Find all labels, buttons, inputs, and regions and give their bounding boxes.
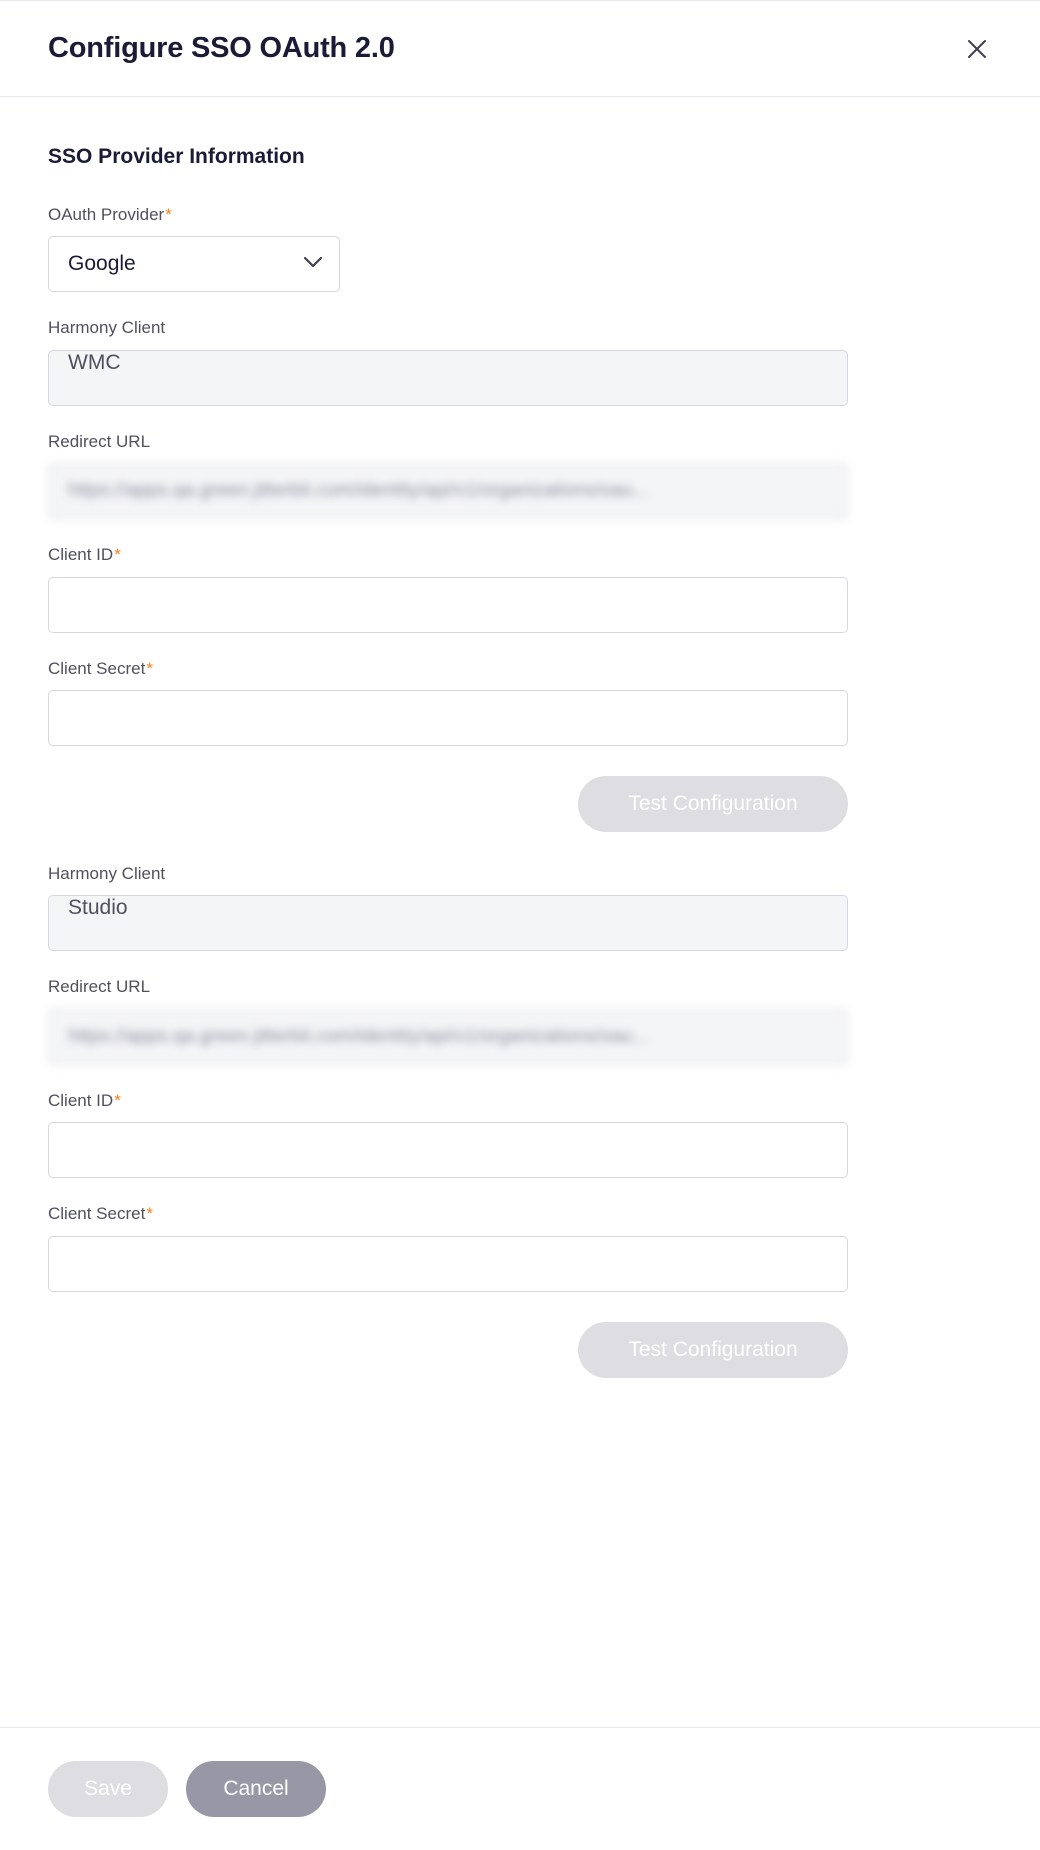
- client-id-field: Client ID*: [48, 1091, 992, 1179]
- required-asterisk: *: [146, 1204, 153, 1224]
- redirect-url-label: Redirect URL: [48, 977, 151, 997]
- test-configuration-button[interactable]: Test Configuration: [578, 1321, 848, 1378]
- client-secret-label-text: Client Secret: [48, 658, 146, 678]
- harmony-client-label: Harmony Client: [48, 863, 166, 883]
- section-heading: SSO Provider Information: [48, 145, 305, 168]
- test-config-row: Test Configuration: [48, 775, 848, 832]
- client-secret-label: Client Secret*: [48, 1204, 992, 1224]
- test-config-row: Test Configuration: [48, 1321, 848, 1378]
- required-asterisk: *: [114, 545, 121, 565]
- close-icon: [966, 38, 988, 60]
- client-id-input[interactable]: [48, 1122, 848, 1179]
- redirect-url-input: https://apps.qa.green.jitterbit.com/iden…: [48, 463, 848, 520]
- client-block-studio: Harmony Client Studio Redirect URL https…: [48, 864, 992, 1378]
- required-asterisk: *: [114, 1090, 121, 1110]
- oauth-provider-field: OAuth Provider* Google: [48, 205, 992, 293]
- client-secret-input[interactable]: [48, 1235, 848, 1292]
- harmony-client-input: WMC: [48, 349, 848, 406]
- save-button[interactable]: Save: [48, 1761, 168, 1817]
- client-secret-field: Client Secret*: [48, 1204, 992, 1292]
- oauth-provider-select[interactable]: Google: [48, 236, 340, 293]
- client-secret-label-text: Client Secret: [48, 1204, 146, 1224]
- configure-sso-modal: Configure SSO OAuth 2.0 SSO Provider Inf…: [0, 0, 1040, 1850]
- cancel-button[interactable]: Cancel: [186, 1761, 326, 1817]
- oauth-provider-label-text: OAuth Provider: [48, 205, 165, 224]
- client-id-label: Client ID*: [48, 1091, 992, 1111]
- client-secret-field: Client Secret*: [48, 659, 992, 746]
- required-asterisk: *: [165, 205, 172, 224]
- client-secret-label: Client Secret*: [48, 659, 992, 679]
- harmony-client-field: Harmony Client WMC: [48, 318, 992, 406]
- redirect-url-input: https://apps.qa.green.jitterbit.com/iden…: [48, 1008, 848, 1065]
- modal-header: Configure SSO OAuth 2.0: [0, 1, 1040, 97]
- page-title: Configure SSO OAuth 2.0: [48, 32, 395, 64]
- client-block-wmc: Harmony Client WMC Redirect URL https://…: [48, 318, 992, 832]
- modal-body: SSO Provider Information OAuth Provider*…: [0, 97, 1040, 1727]
- client-id-label-text: Client ID: [48, 545, 114, 565]
- modal-footer: Save Cancel: [0, 1727, 1040, 1850]
- required-asterisk: *: [146, 658, 153, 678]
- redirect-url-label: Redirect URL: [48, 431, 151, 451]
- client-id-label-text: Client ID: [48, 1090, 114, 1110]
- harmony-client-label: Harmony Client: [48, 318, 166, 338]
- redirect-url-field: Redirect URL https://apps.qa.green.jitte…: [48, 431, 992, 520]
- harmony-client-field: Harmony Client Studio: [48, 863, 992, 952]
- client-secret-input[interactable]: [48, 689, 848, 746]
- test-configuration-button[interactable]: Test Configuration: [578, 775, 848, 832]
- oauth-provider-label: OAuth Provider*: [48, 205, 992, 225]
- client-id-input[interactable]: [48, 576, 848, 633]
- close-button[interactable]: [956, 28, 998, 70]
- redirect-url-field: Redirect URL https://apps.qa.green.jitte…: [48, 977, 992, 1065]
- harmony-client-input: Studio: [48, 895, 848, 952]
- client-id-label: Client ID*: [48, 545, 992, 565]
- client-id-field: Client ID*: [48, 545, 992, 633]
- oauth-provider-select-wrap: Google: [48, 236, 340, 293]
